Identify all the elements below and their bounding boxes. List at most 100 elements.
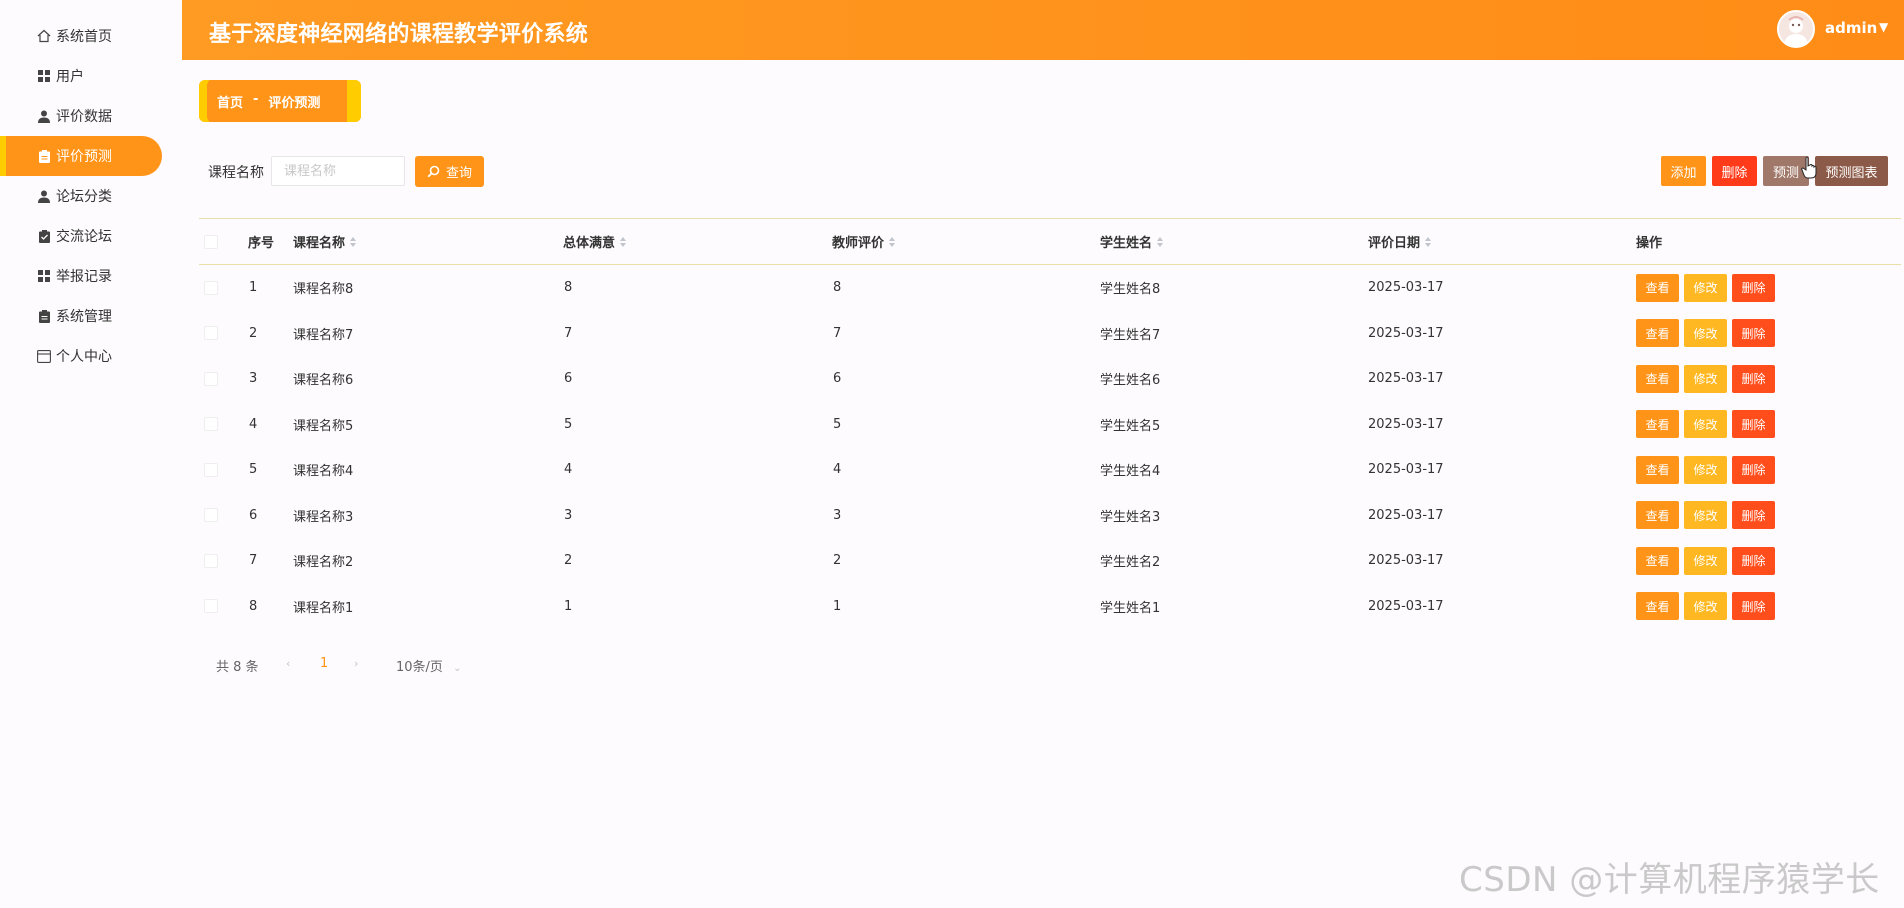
row-checkbox[interactable] [204,584,218,630]
sort-icon[interactable] [350,236,357,247]
user-name[interactable]: admin [1825,19,1877,37]
sidebar-item-7[interactable]: 系统管理 [0,296,162,336]
header-date[interactable]: 评价日期 [1368,219,1432,264]
row-checkbox[interactable] [204,402,218,448]
search-label: 课程名称 [208,165,264,181]
edit-button[interactable]: 修改 [1684,455,1727,484]
sidebar-item-5[interactable]: 交流论坛 [0,216,162,256]
add-button[interactable]: 添加 [1661,156,1706,186]
edit-button[interactable]: 修改 [1684,319,1727,348]
data-table: 序号 课程名称 总体满意 教师评价 学生姓名 评价日期 操作 1 课程名称8 8 8 学… [199,218,1901,629]
sidebar-item-0[interactable]: 系统首页 [0,16,162,56]
view-button[interactable]: 查看 [1636,273,1679,302]
sort-icon[interactable] [1425,236,1432,247]
view-button[interactable]: 查看 [1636,592,1679,621]
view-button[interactable]: 查看 [1636,546,1679,575]
view-button[interactable]: 查看 [1636,364,1679,393]
search-icon [427,165,440,178]
search-button[interactable]: 查询 [415,156,484,187]
page-number-current[interactable]: 1 [320,656,328,671]
edit-button[interactable]: 修改 [1684,273,1727,302]
search-input[interactable] [271,156,405,186]
edit-button[interactable]: 修改 [1684,364,1727,393]
cell-actions: 查看 修改 删除 [1636,584,1780,630]
header-satisfaction[interactable]: 总体满意 [563,219,627,264]
delete-row-button[interactable]: 删除 [1732,546,1775,575]
top-header: 基于深度神经网络的课程教学评价系统 admin ▼ [182,0,1904,60]
cell-index: 3 [249,371,258,387]
cell-teacher: 3 [833,507,842,523]
sidebar-item-1[interactable]: 用户 [0,56,162,96]
view-button[interactable]: 查看 [1636,410,1679,439]
cell-student: 学生姓名5 [1100,418,1161,434]
breadcrumb: 首页 - 评价预测 [199,80,361,122]
next-page-icon[interactable]: › [354,657,358,670]
sidebar-item-4[interactable]: 论坛分类 [0,176,162,216]
window-icon [36,348,52,364]
delete-row-button[interactable]: 删除 [1732,455,1775,484]
sidebar-item-label: 举报记录 [56,269,112,285]
cell-teacher: 1 [833,598,842,614]
prev-page-icon[interactable]: ‹ [286,657,290,670]
header-satisfaction-label: 总体满意 [563,236,616,251]
delete-row-button[interactable]: 删除 [1732,319,1775,348]
cell-date: 2025-03-17 [1368,553,1444,569]
header-course[interactable]: 课程名称 [293,219,357,264]
page-size-select[interactable]: 10条/页 ⌄ [396,656,461,675]
edit-button[interactable]: 修改 [1684,592,1727,621]
row-checkbox[interactable] [204,265,218,311]
cell-actions: 查看 修改 删除 [1636,356,1780,402]
caret-down-icon[interactable]: ▼ [1879,20,1888,34]
sidebar-item-6[interactable]: 举报记录 [0,256,162,296]
avatar[interactable] [1777,10,1815,48]
delete-button[interactable]: 删除 [1712,156,1757,186]
table-body: 1 课程名称8 8 8 学生姓名8 2025-03-17 查看 修改 删除 2 课程名称7 7 7 学生姓… [199,265,1901,629]
delete-row-button[interactable]: 删除 [1732,410,1775,439]
row-checkbox[interactable] [204,356,218,402]
cell-teacher: 7 [833,325,842,341]
delete-row-button[interactable]: 删除 [1732,273,1775,302]
header-student[interactable]: 学生姓名 [1100,219,1164,264]
sort-icon[interactable] [1157,236,1164,247]
cell-actions: 查看 修改 删除 [1636,311,1780,357]
grid-icon [36,68,52,84]
hand-cursor-icon [1801,156,1817,179]
edit-button[interactable]: 修改 [1684,546,1727,575]
cell-course: 课程名称2 [293,555,354,571]
chevron-down-icon: ⌄ [453,663,462,674]
sidebar-item-8[interactable]: 个人中心 [0,336,162,376]
view-button[interactable]: 查看 [1636,319,1679,348]
sidebar-item-label: 个人中心 [56,349,112,365]
breadcrumb-home[interactable]: 首页 [217,92,243,111]
sidebar-item-2[interactable]: 评价数据 [0,96,162,136]
row-checkbox[interactable] [204,311,218,357]
select-all-checkbox[interactable] [204,219,218,264]
breadcrumb-current: 评价预测 [268,95,321,111]
cell-index: 2 [249,325,258,341]
grid-icon [36,268,52,284]
row-checkbox[interactable] [204,447,218,493]
sort-icon[interactable] [889,236,896,247]
table-row: 7 课程名称2 2 2 学生姓名2 2025-03-17 查看 修改 删除 [199,538,1901,584]
header-teacher-label: 教师评价 [832,236,885,251]
cell-index: 4 [249,416,258,432]
row-checkbox[interactable] [204,493,218,539]
sort-icon[interactable] [620,236,627,247]
delete-row-button[interactable]: 删除 [1732,364,1775,393]
header-teacher[interactable]: 教师评价 [832,219,896,264]
sidebar-item-label: 用户 [56,69,84,85]
avatar-image-icon [1779,12,1813,46]
delete-row-button[interactable]: 删除 [1732,592,1775,621]
view-button[interactable]: 查看 [1636,501,1679,530]
sidebar-item-3[interactable]: 评价预测 [0,136,162,176]
delete-row-button[interactable]: 删除 [1732,501,1775,530]
person-icon [36,108,52,124]
edit-button[interactable]: 修改 [1684,410,1727,439]
header-course-label: 课程名称 [293,236,346,251]
predict-chart-button[interactable]: 预测图表 [1815,156,1888,186]
edit-button[interactable]: 修改 [1684,501,1727,530]
row-checkbox[interactable] [204,538,218,584]
view-button[interactable]: 查看 [1636,455,1679,484]
page-size-label: 10条/页 [396,660,443,675]
cell-actions: 查看 修改 删除 [1636,447,1780,493]
